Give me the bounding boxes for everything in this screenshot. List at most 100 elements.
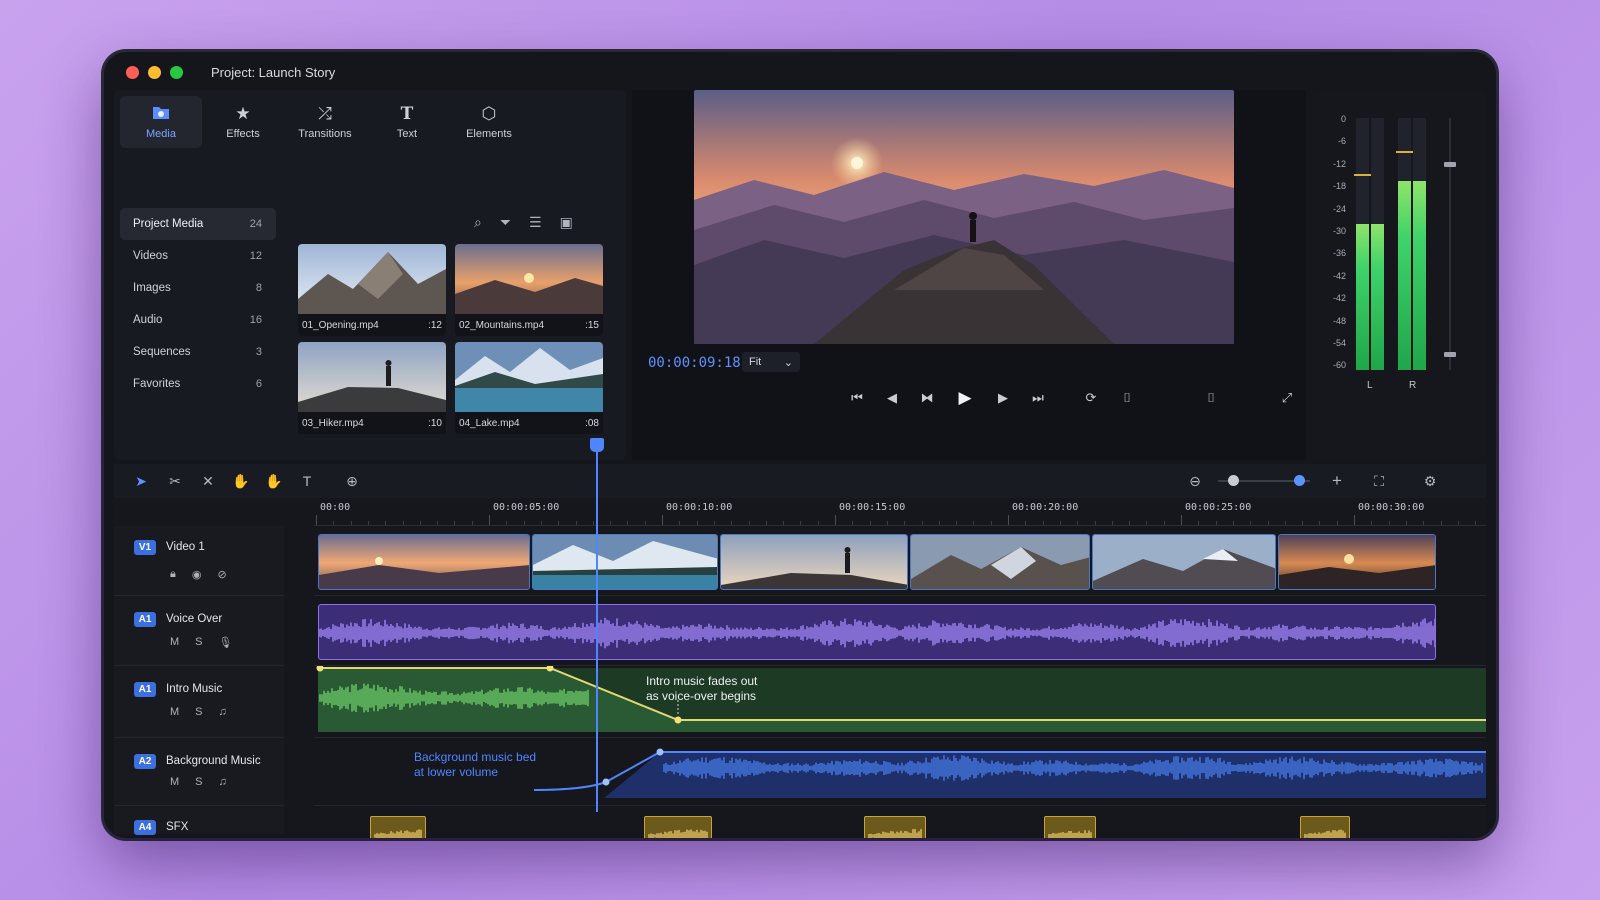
- solo-button[interactable]: S: [195, 706, 202, 718]
- go-to-end-button[interactable]: ⏭: [1023, 380, 1053, 416]
- ruler-minor-tick: [921, 521, 923, 525]
- category-images[interactable]: Images 8: [120, 272, 276, 304]
- mic-icon[interactable]: 🎙︎: [219, 636, 233, 649]
- close-window-button[interactable]: [126, 65, 139, 79]
- step-back-icon: ◀︎: [887, 390, 897, 405]
- sfx-clip[interactable]: [1044, 816, 1096, 838]
- tab-effects[interactable]: ★ Effects: [202, 96, 284, 148]
- hide-icon[interactable]: ⊘: [217, 568, 226, 581]
- zoom-slider-handle-max[interactable]: [1294, 475, 1305, 486]
- intro-music-clip[interactable]: [314, 666, 1486, 738]
- fit-timeline-button[interactable]: ⛶: [1366, 470, 1392, 492]
- tab-media[interactable]: Media: [120, 96, 202, 148]
- sfx-clip[interactable]: [864, 816, 926, 838]
- video-clip[interactable]: [1092, 534, 1276, 590]
- tab-text[interactable]: T Text: [366, 96, 448, 148]
- playhead[interactable]: [596, 440, 598, 812]
- category-count: 12: [249, 250, 262, 262]
- maximize-window-button[interactable]: [170, 65, 183, 79]
- category-count: 6: [255, 378, 262, 390]
- note-icon[interactable]: ♫: [219, 706, 227, 718]
- video-clip[interactable]: [720, 534, 908, 590]
- razor-tool[interactable]: ✂: [162, 470, 188, 492]
- meter-scale-label: -12: [1332, 158, 1346, 169]
- ruler-minor-tick: [1371, 521, 1373, 525]
- track-header-background-music[interactable]: A2 Background Music M S ♫: [114, 738, 284, 806]
- loop-button[interactable]: ⟳: [1076, 380, 1106, 416]
- zoom-slider-handle[interactable]: [1228, 475, 1239, 486]
- mute-button[interactable]: M: [170, 636, 179, 649]
- solo-button[interactable]: S: [195, 776, 202, 788]
- timeline-toolbar: ➤ ✂ ✕ ✋ ✋ T ⊕ ⊖ + ⛶ ⚙: [114, 464, 1486, 498]
- category-audio[interactable]: Audio 16: [120, 304, 276, 336]
- video-clip[interactable]: [318, 534, 530, 590]
- solo-button[interactable]: S: [195, 636, 202, 649]
- camera-icon: ⌷: [1123, 390, 1131, 405]
- play-button[interactable]: ▶: [950, 380, 980, 416]
- text-tool[interactable]: T: [294, 470, 320, 492]
- zoom-in-icon: +: [1332, 471, 1342, 490]
- step-forward-button[interactable]: ▶︎: [988, 380, 1018, 416]
- video-lane: [314, 526, 1486, 596]
- search-icon[interactable]: ⌕: [474, 214, 482, 231]
- filter-icon[interactable]: ⏷: [500, 214, 511, 231]
- track-header-video-1[interactable]: V1 Video 1 🔒︎ ◉ ⊘: [114, 526, 284, 596]
- capture-button[interactable]: ⌷: [1112, 380, 1142, 416]
- category-label: Audio: [133, 314, 163, 326]
- zoom-in-button[interactable]: +: [1324, 470, 1350, 492]
- fullscreen-button[interactable]: ⤢: [1272, 380, 1302, 416]
- slip-tool[interactable]: ✋: [261, 470, 287, 492]
- track-header-voice-over[interactable]: A1 Voice Over M S 🎙︎: [114, 596, 284, 666]
- ruler-minor-tick: [1146, 521, 1148, 525]
- hand-tool[interactable]: ✋: [228, 470, 254, 492]
- category-project-media[interactable]: Project Media 24: [120, 208, 276, 240]
- video-clip[interactable]: [910, 534, 1090, 590]
- mute-button[interactable]: M: [170, 706, 179, 718]
- mute-button[interactable]: M: [170, 776, 179, 788]
- marker-tool[interactable]: ⊕: [339, 470, 365, 492]
- category-videos[interactable]: Videos 12: [120, 240, 276, 272]
- mark-clip-button[interactable]: ⧓: [912, 380, 942, 416]
- go-to-start-button[interactable]: ⏮: [842, 380, 872, 416]
- ruler-minor-tick: [869, 521, 871, 525]
- media-item[interactable]: 01_Opening.mp4:12: [298, 244, 446, 336]
- split-tool[interactable]: ✕: [195, 470, 221, 492]
- timeline-ruler[interactable]: 00:00 00:00:05:00 00:00:10:00 00:00:15:00 00…: [314, 500, 1486, 526]
- minimize-window-button[interactable]: [148, 65, 161, 79]
- zoom-out-button[interactable]: ⊖: [1182, 470, 1208, 492]
- sfx-clip[interactable]: [1300, 816, 1350, 838]
- step-back-button[interactable]: ◀︎: [877, 380, 907, 416]
- category-favorites[interactable]: Favorites 6: [120, 368, 276, 400]
- select-tool[interactable]: ➤: [128, 470, 154, 492]
- track-header-sfx[interactable]: A4 SFX M S ✺: [114, 806, 284, 838]
- sfx-lane: [314, 806, 1486, 838]
- tab-transitions[interactable]: ⤮ Transitions: [284, 96, 366, 148]
- zoom-select-value: Fit: [749, 356, 762, 368]
- meter-fader-handle[interactable]: [1444, 352, 1456, 357]
- timeline-settings-button[interactable]: ⚙: [1417, 470, 1443, 492]
- master-fader-handle[interactable]: [1444, 162, 1456, 167]
- grid-view-icon[interactable]: ▣: [560, 214, 573, 231]
- preview-frame[interactable]: [694, 90, 1234, 344]
- eye-icon[interactable]: ◉: [192, 568, 202, 581]
- video-clip[interactable]: [532, 534, 718, 590]
- track-header-intro-music[interactable]: A1 Intro Music M S ♫: [114, 666, 284, 738]
- snapshot-button[interactable]: ⌷: [1196, 380, 1226, 416]
- media-item[interactable]: 04_Lake.mp4:08: [455, 342, 603, 434]
- tab-elements[interactable]: ⬡ Elements: [448, 96, 530, 148]
- meter-right-b: [1413, 118, 1426, 370]
- video-clip[interactable]: [1278, 534, 1436, 590]
- zoom-select[interactable]: Fit ⌄: [742, 352, 800, 372]
- cursor-icon: ➤: [135, 472, 147, 489]
- sfx-clip[interactable]: [644, 816, 712, 838]
- media-item[interactable]: 02_Mountains.mp4:15: [455, 244, 603, 336]
- lock-icon[interactable]: 🔒︎: [170, 568, 176, 581]
- media-item[interactable]: 03_Hiker.mp4:10: [298, 342, 446, 434]
- category-sequences[interactable]: Sequences 3: [120, 336, 276, 368]
- ruler-minor-tick: [800, 521, 802, 525]
- category-count: 8: [255, 282, 262, 294]
- sfx-clip[interactable]: [370, 816, 426, 838]
- voice-over-clip[interactable]: [318, 604, 1436, 660]
- note-icon[interactable]: ♫: [219, 776, 227, 788]
- list-view-icon[interactable]: ☰: [529, 214, 542, 231]
